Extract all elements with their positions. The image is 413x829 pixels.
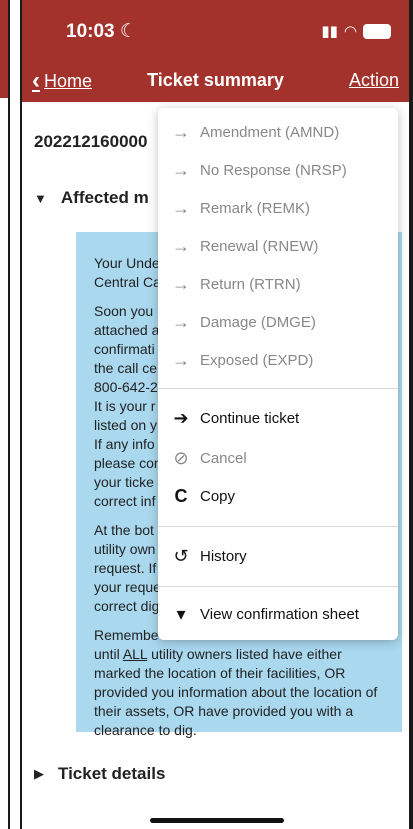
notice-paragraph: Remembe until ALL utility owners listed h… [94,626,394,740]
menu-item-view-confirmation[interactable]: ▾ View confirmation sheet [170,604,359,625]
notice-line: Central Ca [94,274,161,290]
status-icons: ▮▮ ◠ [321,22,391,40]
triangle-right-icon: ▶ [34,766,44,781]
menu-item-continue-ticket[interactable]: ➔ Continue ticket [170,408,299,429]
download-file-icon: ▾ [176,604,186,624]
triangle-down-icon: ▼ [34,190,47,206]
notice-line: correct dig [94,598,160,614]
notice-line: provided you information about the locat… [94,684,378,700]
notice-line: your ticke [94,474,154,490]
status-time: 10:03 ☾ [66,21,137,42]
notice-line: attached a [94,322,160,338]
arrow-right-icon: → [172,198,190,218]
menu-divider [158,586,398,587]
arrow-right-icon: → [172,350,190,370]
notice-line: confirmati [94,341,155,357]
menu-item-remark[interactable]: → Remark (REMK) [170,198,310,219]
arrow-right-icon: → [172,236,190,256]
notice-line: Remembe [94,627,159,643]
copy-icon: C [174,486,188,506]
menu-item-exposed[interactable]: → Exposed (EXPD) [170,350,313,371]
notice-line: the call ce [94,360,158,376]
notice-line: correct inf [94,493,156,509]
arrow-right-icon: → [172,160,190,180]
notice-line: If any info [94,436,155,452]
notice-line: It is your r [94,398,156,414]
menu-item-label: Exposed (EXPD) [200,352,314,369]
battery-icon [363,23,391,39]
arrow-right-icon: ➔ [173,408,189,428]
notice-line: utility own [94,541,156,557]
signal-icon: ▮▮ [321,23,338,40]
menu-item-label: Return (RTRN) [200,276,301,293]
action-menu: ➔ Continue ticket ⊘ Cancel C Copy ↺ History … [158,108,398,640]
phone-screen: 10:03 ☾ ▮▮ ◠ ‹ Home Ticket summary Action… [20,0,409,829]
affected-section-toggle[interactable]: ▼ Affected m [34,188,149,208]
notice-line: At the bot [94,522,154,538]
left-frame-accent [0,0,8,98]
arrow-right-icon: → [172,312,190,332]
menu-item-cancel[interactable]: ⊘ Cancel [170,448,246,469]
ticket-number: 202212160000 [34,132,148,151]
menu-divider [158,388,398,389]
cancel-icon: ⊘ [173,448,189,468]
notice-line: clearance to dig. [94,722,197,738]
notice-line: their assets, OR have provided you with … [94,703,354,719]
affected-section-label: Affected m [60,188,149,207]
left-frame [0,0,10,829]
history-icon: ↺ [173,546,189,566]
notice-line: listed on y [94,417,158,433]
notice-line: Your Unde [94,255,160,271]
menu-item-amendment[interactable]: → Amendment (AMND) [170,122,339,143]
menu-item-label: No Response (NRSP) [200,162,347,179]
arrow-right-icon: → [172,274,190,294]
menu-divider [158,526,398,527]
details-section-toggle[interactable]: ▶ Ticket details [34,764,165,784]
menu-item-return[interactable]: → Return (RTRN) [170,274,301,295]
menu-item-label: Renewal (RNEW) [200,238,319,255]
notice-line: Soon you [94,303,154,319]
home-indicator [150,818,284,823]
menu-item-label: Damage (DMGE) [200,314,316,331]
notice-line: 800-642-2 [94,379,158,395]
menu-item-renewal[interactable]: → Renewal (RNEW) [170,236,318,257]
notice-line: your reque [94,579,161,595]
arrow-right-icon: → [172,122,190,142]
notice-line: until ALL utility owners listed have eit… [94,646,342,662]
menu-item-label: Remark (REMK) [200,200,311,217]
notice-line: request. If [94,560,157,576]
status-bar: 10:03 ☾ ▮▮ ◠ [22,0,409,62]
wifi-icon: ◠ [343,23,357,40]
action-button[interactable]: Action [349,70,399,91]
notice-line: marked the location of their facilities,… [94,665,346,681]
menu-item-copy[interactable]: C Copy [170,486,236,507]
menu-item-damage[interactable]: → Damage (DMGE) [170,312,316,333]
notice-line: please con [94,455,162,471]
menu-item-no[interactable]: → No Response (NRSP) [170,160,347,181]
nav-bar: ‹ Home Ticket summary Action [22,62,409,102]
menu-item-label: Amendment (AMND) [200,124,340,141]
details-section-label: Ticket details [58,764,166,783]
menu-item-history[interactable]: ↺ History [170,546,246,567]
